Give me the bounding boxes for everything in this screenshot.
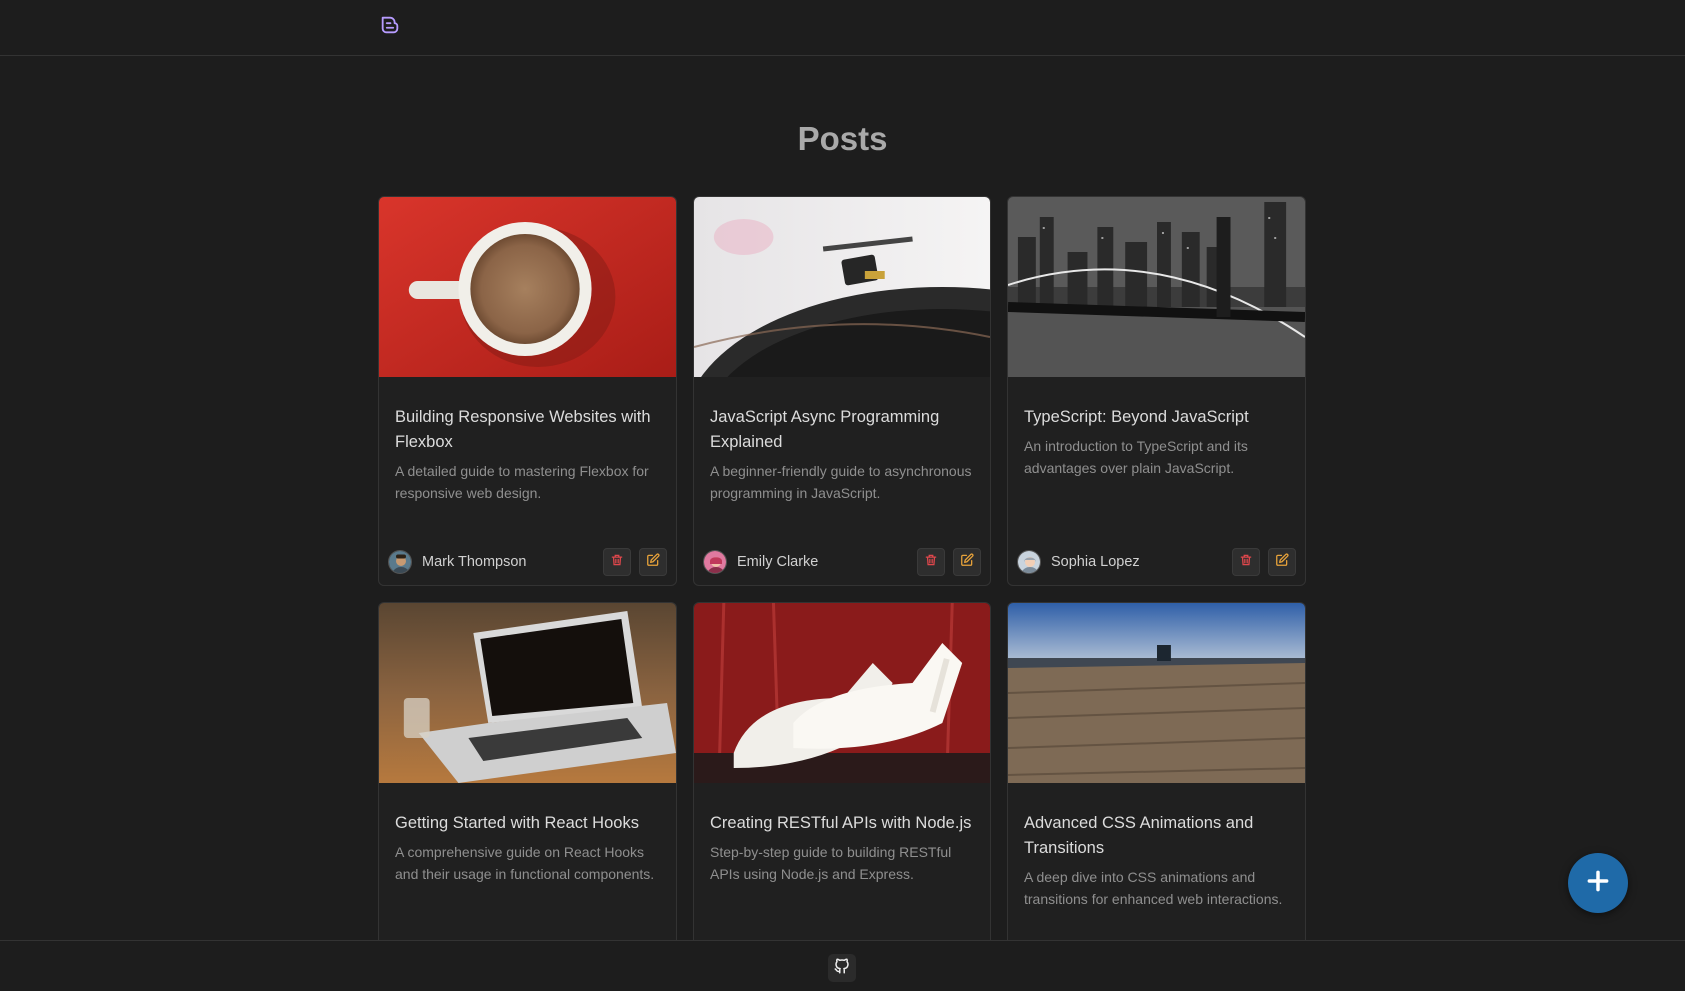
- plus-icon: [1585, 868, 1611, 899]
- github-icon: [833, 957, 851, 980]
- trash-icon: [1239, 553, 1253, 572]
- avatar: [388, 550, 412, 574]
- blog-icon[interactable]: [378, 13, 402, 37]
- page-title: Posts: [797, 120, 888, 157]
- post-description: A deep dive into CSS animations and tran…: [1024, 869, 1283, 907]
- delete-button[interactable]: [917, 548, 945, 576]
- trash-icon: [924, 553, 938, 572]
- edit-button[interactable]: [639, 548, 667, 576]
- add-post-button[interactable]: [1568, 853, 1628, 913]
- post-title[interactable]: TypeScript: Beyond JavaScript: [1024, 405, 1291, 430]
- post-title[interactable]: Advanced CSS Animations and Transitions: [1024, 811, 1291, 861]
- post-card[interactable]: Building Responsive Websites with Flexbo…: [378, 196, 677, 586]
- post-description: An introduction to TypeScript and its ad…: [1024, 438, 1248, 476]
- post-description: A beginner-friendly guide to asynchronou…: [710, 463, 972, 501]
- post-footer: Mark Thompson: [388, 547, 667, 577]
- post-description: A comprehensive guide on React Hooks and…: [395, 844, 655, 882]
- post-title[interactable]: Creating RESTful APIs with Node.js: [710, 811, 976, 836]
- edit-button[interactable]: [1268, 548, 1296, 576]
- post-title[interactable]: JavaScript Async Programming Explained: [710, 405, 976, 455]
- posts-grid: Building Responsive Websites with Flexbo…: [378, 196, 1306, 991]
- top-bar: [0, 0, 1685, 56]
- delete-button[interactable]: [603, 548, 631, 576]
- post-card[interactable]: JavaScript Async Programming Explained A…: [693, 196, 991, 586]
- post-image-record-player: [694, 197, 990, 377]
- post-card[interactable]: Creating RESTful APIs with Node.js Step-…: [693, 602, 991, 991]
- footer: [0, 940, 1685, 991]
- edit-button[interactable]: [953, 548, 981, 576]
- post-title[interactable]: Getting Started with React Hooks: [395, 811, 662, 836]
- post-image-city-bridge: [1008, 197, 1305, 377]
- post-description: Step-by-step guide to building RESTful A…: [710, 844, 952, 882]
- post-footer: Sophia Lopez: [1017, 547, 1296, 577]
- author-name: Sophia Lopez: [1051, 554, 1140, 570]
- post-image-coffee: [379, 197, 676, 377]
- post-description: A detailed guide to mastering Flexbox fo…: [395, 463, 649, 501]
- post-card[interactable]: Getting Started with React Hooks A compr…: [378, 602, 677, 991]
- post-title[interactable]: Building Responsive Websites with Flexbo…: [395, 405, 662, 455]
- delete-button[interactable]: [1232, 548, 1260, 576]
- post-card[interactable]: TypeScript: Beyond JavaScript An introdu…: [1007, 196, 1306, 586]
- edit-icon: [960, 552, 974, 572]
- author-name: Emily Clarke: [737, 554, 819, 570]
- author-name: Mark Thompson: [422, 554, 527, 570]
- avatar: [703, 550, 727, 574]
- post-image-wooden-pier: [1008, 603, 1305, 783]
- post-footer: Emily Clarke: [703, 547, 981, 577]
- github-link[interactable]: [828, 954, 856, 982]
- trash-icon: [610, 553, 624, 572]
- avatar: [1017, 550, 1041, 574]
- post-image-white-heels: [694, 603, 990, 783]
- post-image-laptop: [379, 603, 676, 783]
- post-card[interactable]: Advanced CSS Animations and Transitions …: [1007, 602, 1306, 991]
- edit-icon: [646, 552, 660, 572]
- edit-icon: [1275, 552, 1289, 572]
